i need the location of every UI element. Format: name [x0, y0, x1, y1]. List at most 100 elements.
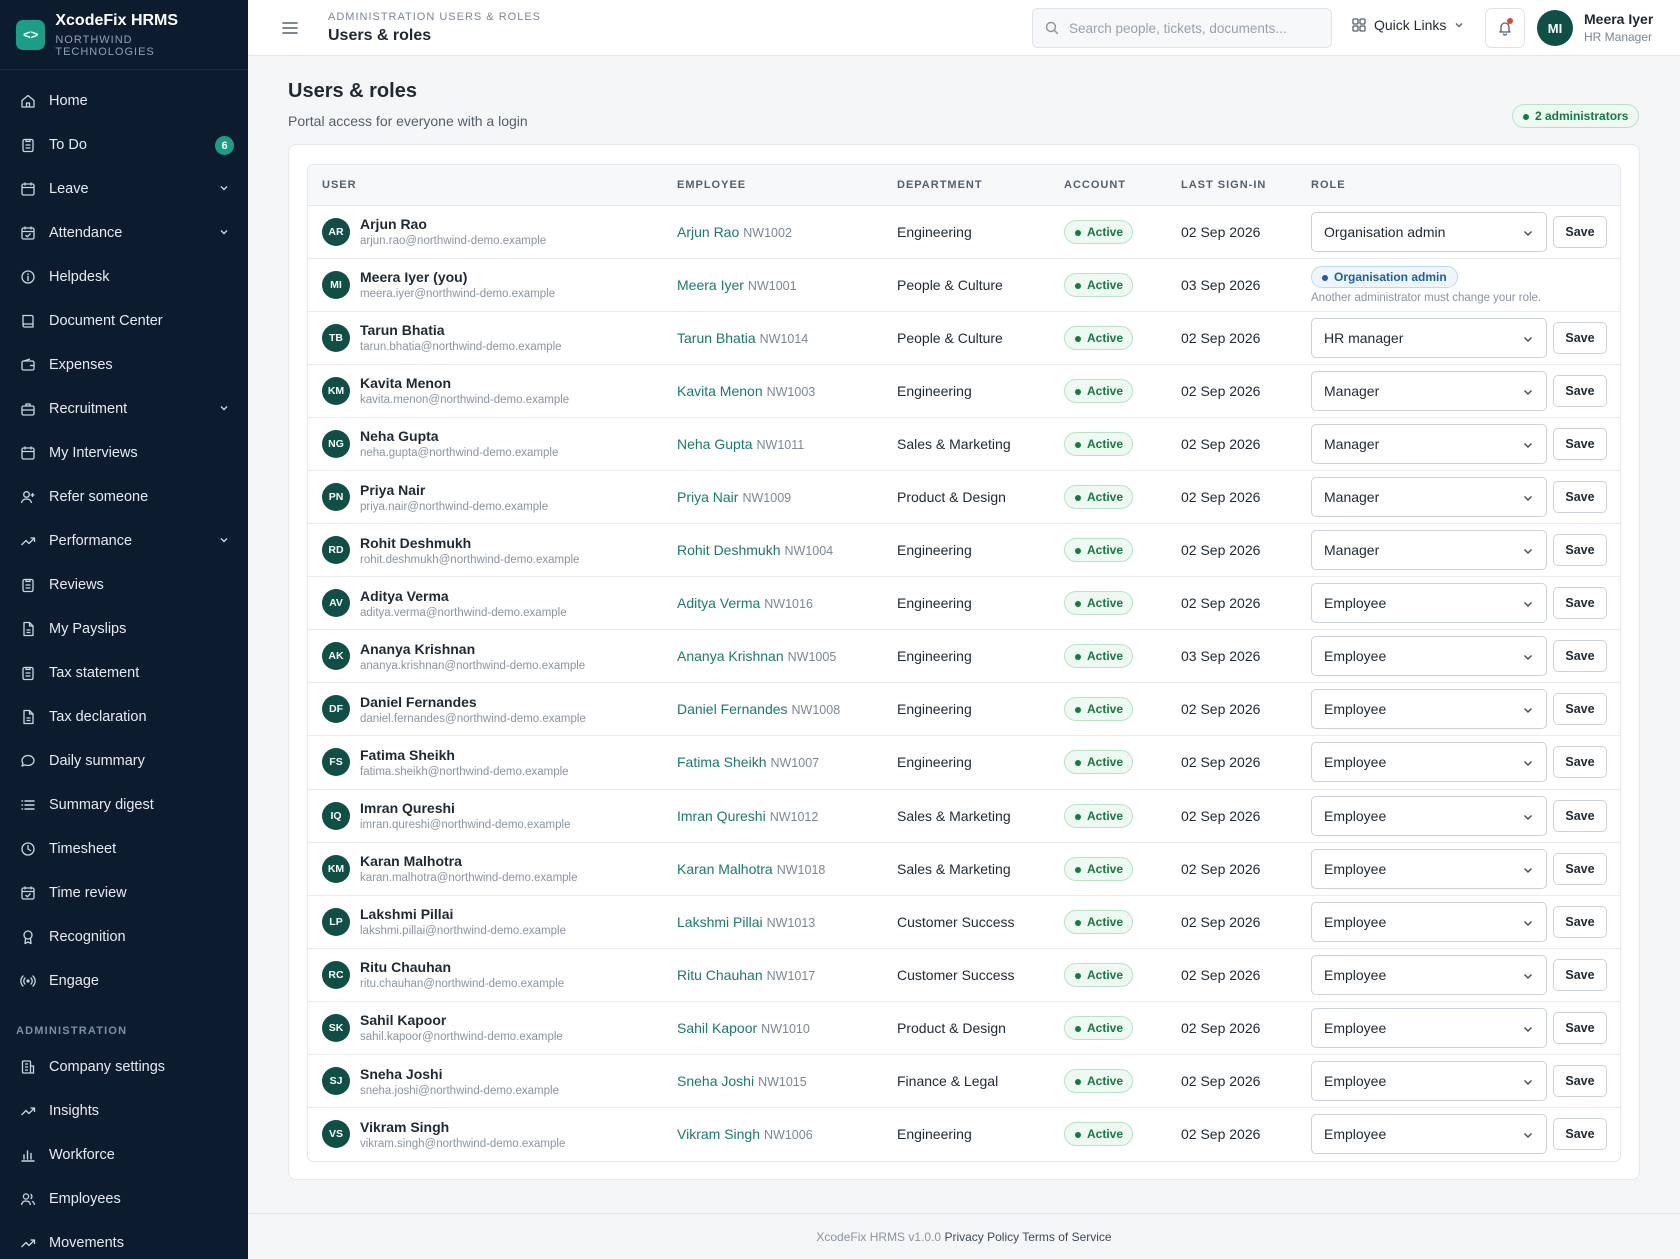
sidebar-item-tax-declaration[interactable]: Tax declaration — [0, 695, 248, 739]
department-cell: Sales & Marketing — [883, 417, 1050, 471]
sidebar-item-label: Summary digest — [49, 797, 154, 813]
employee-link[interactable]: Aditya Verma — [677, 595, 760, 611]
sidebar-item-expenses[interactable]: Expenses — [0, 343, 248, 387]
save-button[interactable]: Save — [1553, 852, 1607, 885]
sidebar-item-summary-digest[interactable]: Summary digest — [0, 783, 248, 827]
column-header-account[interactable]: ACCOUNT — [1050, 165, 1167, 206]
save-button[interactable]: Save — [1553, 215, 1607, 248]
quick-links-button[interactable]: Quick Links — [1352, 17, 1472, 33]
sidebar-item-home[interactable]: Home — [0, 79, 248, 123]
employee-link[interactable]: Neha Gupta — [677, 436, 753, 452]
save-button[interactable]: Save — [1553, 321, 1607, 354]
role-select[interactable]: Employee — [1311, 954, 1547, 995]
search-input[interactable] — [1069, 20, 1309, 36]
column-header-employee[interactable]: EMPLOYEE — [663, 165, 883, 206]
role-select[interactable]: Employee — [1311, 689, 1547, 730]
sidebar-item-refer-someone[interactable]: Refer someone — [0, 475, 248, 519]
employee-link[interactable]: Ritu Chauhan — [677, 967, 763, 983]
employee-link[interactable]: Lakshmi Pillai — [677, 914, 763, 930]
role-select[interactable]: Employee — [1311, 1061, 1547, 1102]
sidebar-item-my-payslips[interactable]: My Payslips — [0, 607, 248, 651]
sidebar-item-recognition[interactable]: Recognition — [0, 915, 248, 959]
role-select[interactable]: Organisation admin — [1311, 211, 1547, 252]
save-button[interactable]: Save — [1553, 693, 1607, 726]
role-select[interactable]: Employee — [1311, 742, 1547, 783]
role-select[interactable]: Employee — [1311, 901, 1547, 942]
employee-link[interactable]: Sneha Joshi — [677, 1073, 754, 1089]
save-button[interactable]: Save — [1553, 905, 1607, 938]
sidebar-item-to-do[interactable]: To Do 6 — [0, 123, 248, 167]
role-select[interactable]: Employee — [1311, 1114, 1547, 1155]
user-email: sneha.joshi@northwind-demo.example — [360, 1084, 559, 1097]
search-box[interactable] — [1032, 8, 1332, 48]
sidebar-item-time-review[interactable]: Time review — [0, 871, 248, 915]
column-header-last-sign-in[interactable]: LAST SIGN-IN — [1167, 165, 1297, 206]
sidebar-item-tax-statement[interactable]: Tax statement — [0, 651, 248, 695]
employee-link[interactable]: Tarun Bhatia — [677, 330, 756, 346]
sidebar-item-company-settings[interactable]: Company settings — [0, 1045, 248, 1089]
save-button[interactable]: Save — [1553, 534, 1607, 567]
role-select[interactable]: Manager — [1311, 530, 1547, 571]
sidebar-item-label: Recruitment — [49, 401, 128, 417]
sidebar-item-timesheet[interactable]: Timesheet — [0, 827, 248, 871]
employee-link[interactable]: Kavita Menon — [677, 383, 763, 399]
sidebar-item-movements[interactable]: Movements — [0, 1221, 248, 1259]
employee-link[interactable]: Vikram Singh — [677, 1126, 760, 1142]
sidebar-item-my-interviews[interactable]: My Interviews — [0, 431, 248, 475]
save-button[interactable]: Save — [1553, 1065, 1607, 1098]
save-button[interactable]: Save — [1553, 374, 1607, 407]
sidebar-item-daily-summary[interactable]: Daily summary — [0, 739, 248, 783]
brand[interactable]: <> XcodeFix HRMS NORTHWIND TECHNOLOGIES — [0, 0, 248, 70]
avatar: NG — [322, 429, 350, 458]
sidebar-item-employees[interactable]: Employees — [0, 1177, 248, 1221]
sidebar-item-attendance[interactable]: Attendance — [0, 211, 248, 255]
user-name[interactable]: Meera Iyer — [1584, 11, 1653, 27]
role-select[interactable]: Employee — [1311, 795, 1547, 836]
role-select[interactable]: Employee — [1311, 1007, 1547, 1048]
role-select[interactable]: Employee — [1311, 583, 1547, 624]
employee-link[interactable]: Daniel Fernandes — [677, 701, 788, 717]
sidebar-item-label: Tax declaration — [49, 709, 147, 725]
save-button[interactable]: Save — [1553, 1011, 1607, 1044]
sidebar-item-helpdesk[interactable]: Helpdesk — [0, 255, 248, 299]
save-button[interactable]: Save — [1553, 1118, 1607, 1151]
employee-link[interactable]: Meera Iyer — [677, 277, 744, 293]
employee-link[interactable]: Rohit Deshmukh — [677, 542, 781, 558]
column-header-department[interactable]: DEPARTMENT — [883, 165, 1050, 206]
sidebar-item-engage[interactable]: Engage — [0, 959, 248, 1003]
save-button[interactable]: Save — [1553, 640, 1607, 673]
column-header-role[interactable]: ROLE — [1297, 165, 1620, 206]
column-header-user[interactable]: USER — [308, 165, 663, 206]
employee-link[interactable]: Karan Malhotra — [677, 861, 773, 877]
employee-link[interactable]: Arjun Rao — [677, 224, 739, 240]
sidebar-item-reviews[interactable]: Reviews — [0, 563, 248, 607]
save-button[interactable]: Save — [1553, 799, 1607, 832]
save-button[interactable]: Save — [1553, 481, 1607, 514]
privacy-policy-link[interactable]: Privacy Policy — [944, 1230, 1019, 1244]
sidebar-item-workforce[interactable]: Workforce — [0, 1133, 248, 1177]
save-button[interactable]: Save — [1553, 587, 1607, 620]
sidebar-item-performance[interactable]: Performance — [0, 519, 248, 563]
role-select[interactable]: Manager — [1311, 423, 1547, 464]
employee-link[interactable]: Fatima Sheikh — [677, 754, 766, 770]
role-select[interactable]: HR manager — [1311, 317, 1547, 358]
sidebar-item-document-center[interactable]: Document Center — [0, 299, 248, 343]
terms-of-service-link[interactable]: Terms of Service — [1022, 1230, 1111, 1244]
save-button[interactable]: Save — [1553, 746, 1607, 779]
menu-icon[interactable] — [281, 19, 299, 37]
sidebar-item-insights[interactable]: Insights — [0, 1089, 248, 1133]
avatar[interactable]: MI — [1537, 10, 1573, 46]
employee-link[interactable]: Ananya Krishnan — [677, 648, 784, 664]
role-select[interactable]: Employee — [1311, 848, 1547, 889]
employee-link[interactable]: Sahil Kapoor — [677, 1020, 757, 1036]
employee-link[interactable]: Imran Qureshi — [677, 808, 766, 824]
sidebar-item-leave[interactable]: Leave — [0, 167, 248, 211]
role-select[interactable]: Manager — [1311, 477, 1547, 518]
role-select[interactable]: Employee — [1311, 636, 1547, 677]
notifications-button[interactable] — [1485, 8, 1525, 48]
role-select[interactable]: Manager — [1311, 370, 1547, 411]
save-button[interactable]: Save — [1553, 958, 1607, 991]
sidebar-item-recruitment[interactable]: Recruitment — [0, 387, 248, 431]
save-button[interactable]: Save — [1553, 427, 1607, 460]
employee-link[interactable]: Priya Nair — [677, 489, 738, 505]
